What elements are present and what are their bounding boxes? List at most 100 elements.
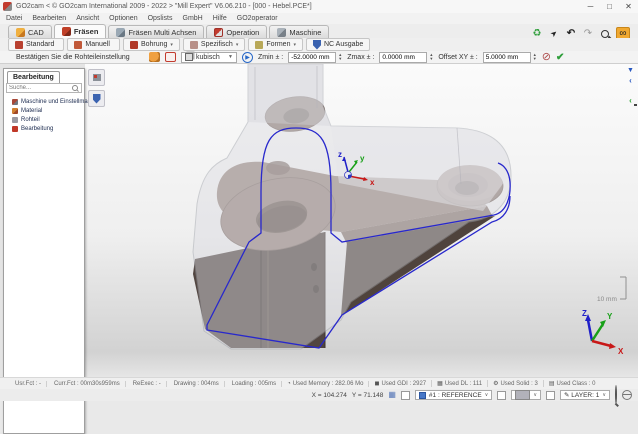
color-dropdown[interactable]: ∨ [511,390,541,400]
multi-axis-icon [116,28,125,37]
zoom-coords-icon[interactable] [615,386,617,404]
reference-dropdown[interactable]: #1 : REFERENCE ∨ [415,390,492,400]
status-bar-performance: Usr.Fct : - Curr.Fct : 00m30s959ms ReExe… [0,377,638,389]
origin-z-label: z [338,150,342,159]
filter-icon[interactable]: ▼ [625,66,636,75]
stock-type-select[interactable]: kubisch ▼ [181,52,237,63]
status-currfct: Curr.Fct : 00m30s959ms [47,381,126,387]
formen-button[interactable]: Formen ▾ [248,38,303,51]
sidebar-tab-bearbeitung[interactable]: Bearbeitung [7,71,60,83]
menu-bearbeiten[interactable]: Bearbeiten [32,15,66,22]
tree-item-maschine[interactable]: Maschine und Einstellmaße [6,97,82,106]
cancel-forbidden-icon[interactable]: ⊘ [542,52,551,63]
status-used-solid: ⚙Used Solid : 3 [488,380,544,387]
tab-fraesen-multi-achsen[interactable]: Fräsen Multi Achsen [108,25,204,38]
offset-stepper[interactable]: ▲▼ [533,53,537,61]
minimize-button[interactable]: ─ [581,0,600,13]
scale-label: 10 mm [597,296,617,303]
offset-xy-label: Offset XY ± : [438,54,477,61]
nc-shield-icon [313,40,321,50]
status-used-dl: ▦Used DL : 111 [432,380,488,387]
zmin-stepper[interactable]: ▲▼ [338,53,342,61]
standard-button[interactable]: Standard [8,38,64,51]
origin-x-label: x [370,178,375,187]
menu-ansicht[interactable]: Ansicht [76,15,99,22]
status-used-class: ▤Used Class : 0 [544,380,601,387]
tab-maschine[interactable]: Maschine [269,25,329,38]
zmax-stepper[interactable]: ▲▼ [429,53,433,61]
status-reexec: ReExec : - [126,381,167,387]
stock-prompt-bar: Bestätigen Sie die Rohteileinstellung ku… [0,51,638,64]
globe-icon[interactable] [622,390,632,400]
stock-view-icon[interactable] [165,52,176,62]
operation-list-icon [214,28,223,37]
menu-gmbh[interactable]: GmbH [183,15,203,22]
grid-icon[interactable]: ▦ [388,390,396,400]
machine-position-button[interactable] [88,69,105,86]
tree-item-rohteil[interactable]: Rohteil [6,115,82,124]
sidebar-tool-strip [88,69,105,107]
grid-checkbox[interactable] [401,391,410,400]
y-coordinate: Y = 71.148 [352,392,384,399]
zmin-input[interactable] [288,52,336,63]
bohrung-button[interactable]: Bohrung ▾ [123,38,180,51]
spezifisch-button[interactable]: Spezifisch ▾ [183,38,245,51]
tab-cad[interactable]: CAD [8,25,52,38]
sidebar-search[interactable] [6,83,82,93]
x-coordinate: X = 104.274 [312,392,347,399]
standard-icon [15,41,23,49]
main-area: z y x 10 mm Z Y X [0,64,638,377]
manuell-icon [74,41,82,49]
collapse-blue-icon[interactable]: ‹ [625,76,636,85]
zmin-label: Zmin ± : [258,54,283,61]
mill-tool-icon [62,27,71,36]
machine-setup-icon [12,99,18,105]
snapshot-camera-icon[interactable] [625,106,636,115]
view-z-label: Z [582,309,587,318]
status-loading: Loading : 005ms [225,381,282,387]
compute-stock-button[interactable]: ▶ [242,52,253,63]
search-input[interactable] [7,85,72,91]
tab-operation[interactable]: Operation [206,25,267,38]
close-button[interactable]: ✕ [619,0,638,13]
nc-shield-button[interactable] [88,90,105,107]
menu-datei[interactable]: Datei [6,15,22,22]
status-used-gdi: ◼Used GDI : 2927 [369,380,432,387]
menu-optionen[interactable]: Optionen [109,15,137,22]
palette-icon[interactable] [625,86,636,95]
zmax-input[interactable] [379,52,427,63]
status-bar-coordinates: X = 104.274 Y = 71.148 ▦ #1 : REFERENCE … [0,389,638,401]
menu-hilfe[interactable]: Hilfe [213,15,227,22]
reference-icon [419,392,426,399]
app-icon [3,2,12,11]
cad-pencil-icon [16,28,25,37]
menu-opslists[interactable]: Opslists [148,15,173,22]
model-canvas[interactable]: z y x 10 mm Z Y X [85,64,638,377]
maximize-button[interactable]: □ [600,0,619,13]
offset-xy-input[interactable] [483,52,531,63]
mill-toolbar: Standard Manuell Bohrung ▾ Spezifisch ▾ … [0,38,638,51]
menu-go2operator[interactable]: GO2operator [237,15,278,22]
bohrung-icon [130,41,138,49]
title-bar: GO2cam < © GO2cam International 2009 - 2… [0,0,638,14]
stock-type-value: kubisch [196,54,225,61]
prompt-message: Bestätigen Sie die Rohteileinstellung [16,54,144,61]
manuell-button[interactable]: Manuell [67,38,120,51]
color-swatch [515,390,530,400]
reference-checkbox[interactable] [497,391,506,400]
nc-ausgabe-button[interactable]: NC Ausgabe [306,38,370,51]
layer-checkbox[interactable] [546,391,555,400]
status-usrfct: Usr.Fct : - [8,381,47,387]
layer-dropdown[interactable]: ✎ LAYER: 1 ∨ [560,390,610,400]
search-icon [72,85,78,91]
tab-fraesen[interactable]: Fräsen [54,24,107,38]
stock-icon [12,117,18,123]
stock-update-icon[interactable] [149,52,160,62]
machine-flag-icon [93,74,101,81]
formen-icon [255,41,263,49]
tree-item-bearbeitung[interactable]: Bearbeitung [6,124,82,133]
confirm-check-icon[interactable]: ✔ [556,52,564,63]
tree-item-material[interactable]: Material [6,106,82,115]
cube-icon [185,53,193,61]
viewport-3d[interactable]: z y x 10 mm Z Y X [85,64,638,377]
